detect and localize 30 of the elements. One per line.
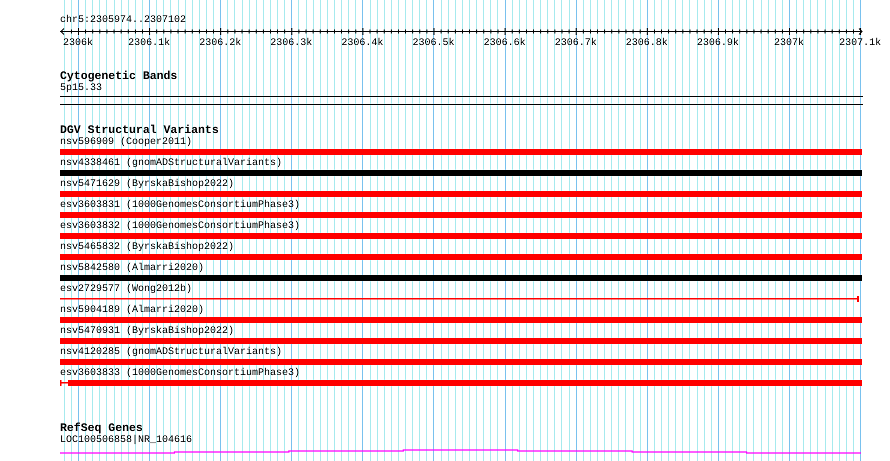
variant-label: nsv4120285 (gnomADStructuralVariants) [60,347,282,359]
tick-label: 2306.4k [341,38,384,49]
tick-label: 2307k [774,38,804,49]
tick-label: 2306k [63,38,93,49]
variant-label: esv3603832 (1000GenomesConsortiumPhase3) [60,221,300,233]
tick-label: 2306.7k [554,38,597,49]
variant-label: nsv5471629 (ByrskaBishop2022) [60,179,234,191]
tick-label: 2307.1k [839,38,882,49]
band-label: 5p15.33 [60,83,102,95]
tick-label: 2306.8k [626,38,668,49]
variant-label: nsv4338461 (gnomADStructuralVariants) [60,158,282,170]
variant-label: esv2729577 (Wong2012b) [60,284,192,296]
track-title: RefSeq Genes [60,422,143,435]
tick-label: 2306.5k [412,38,454,49]
tick-label: 2306.2k [199,38,242,49]
variant-label: nsv5470931 (ByrskaBishop2022) [60,326,234,338]
variant-label: nsv5904189 (Almarri2020) [60,305,204,317]
tick-label: 2306.6k [484,38,526,49]
track-title: DGV Structural Variants [60,124,219,137]
gene-label: LOC100506858|NR_104616 [60,435,192,447]
variant-label: nsv5842580 (Almarri2020) [60,263,204,275]
tick-label: 2306.9k [696,38,739,49]
track-title: Cytogenetic Bands [60,70,178,83]
variant-label: esv3603831 (1000GenomesConsortiumPhase3) [60,200,300,212]
tick-label: 2306.1k [128,38,170,49]
variant-label: esv3603833 (1000GenomesConsortiumPhase3) [60,368,300,380]
variant-label: nsv596909 (Cooper2011) [60,137,192,149]
location-label: chr5:2305974..2307102 [60,15,186,27]
tick-label: 2306.3k [270,38,312,49]
variant-label: nsv5465832 (ByrskaBishop2022) [60,242,234,254]
